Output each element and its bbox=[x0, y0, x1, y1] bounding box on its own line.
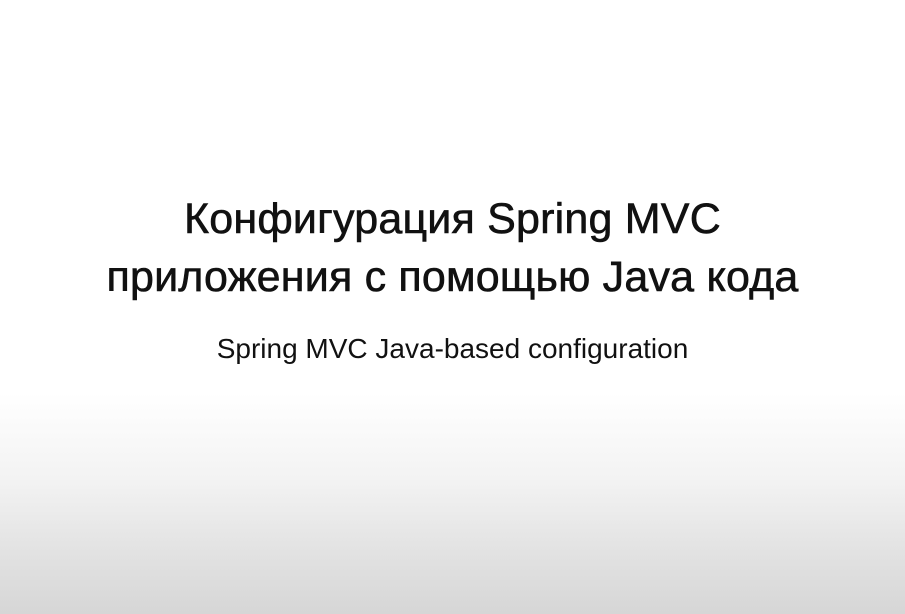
title-slide: Конфигурация Spring MVC приложения с пом… bbox=[0, 0, 905, 614]
slide-title-line-2: приложения с помощью Java кода bbox=[106, 253, 799, 302]
slide-subtitle: Spring MVC Java-based configuration bbox=[216, 333, 689, 364]
slide-title-line-1: Конфигурация Spring MVC bbox=[184, 195, 721, 244]
slide-title: Конфигурация Spring MVC приложения с пом… bbox=[0, 190, 905, 306]
